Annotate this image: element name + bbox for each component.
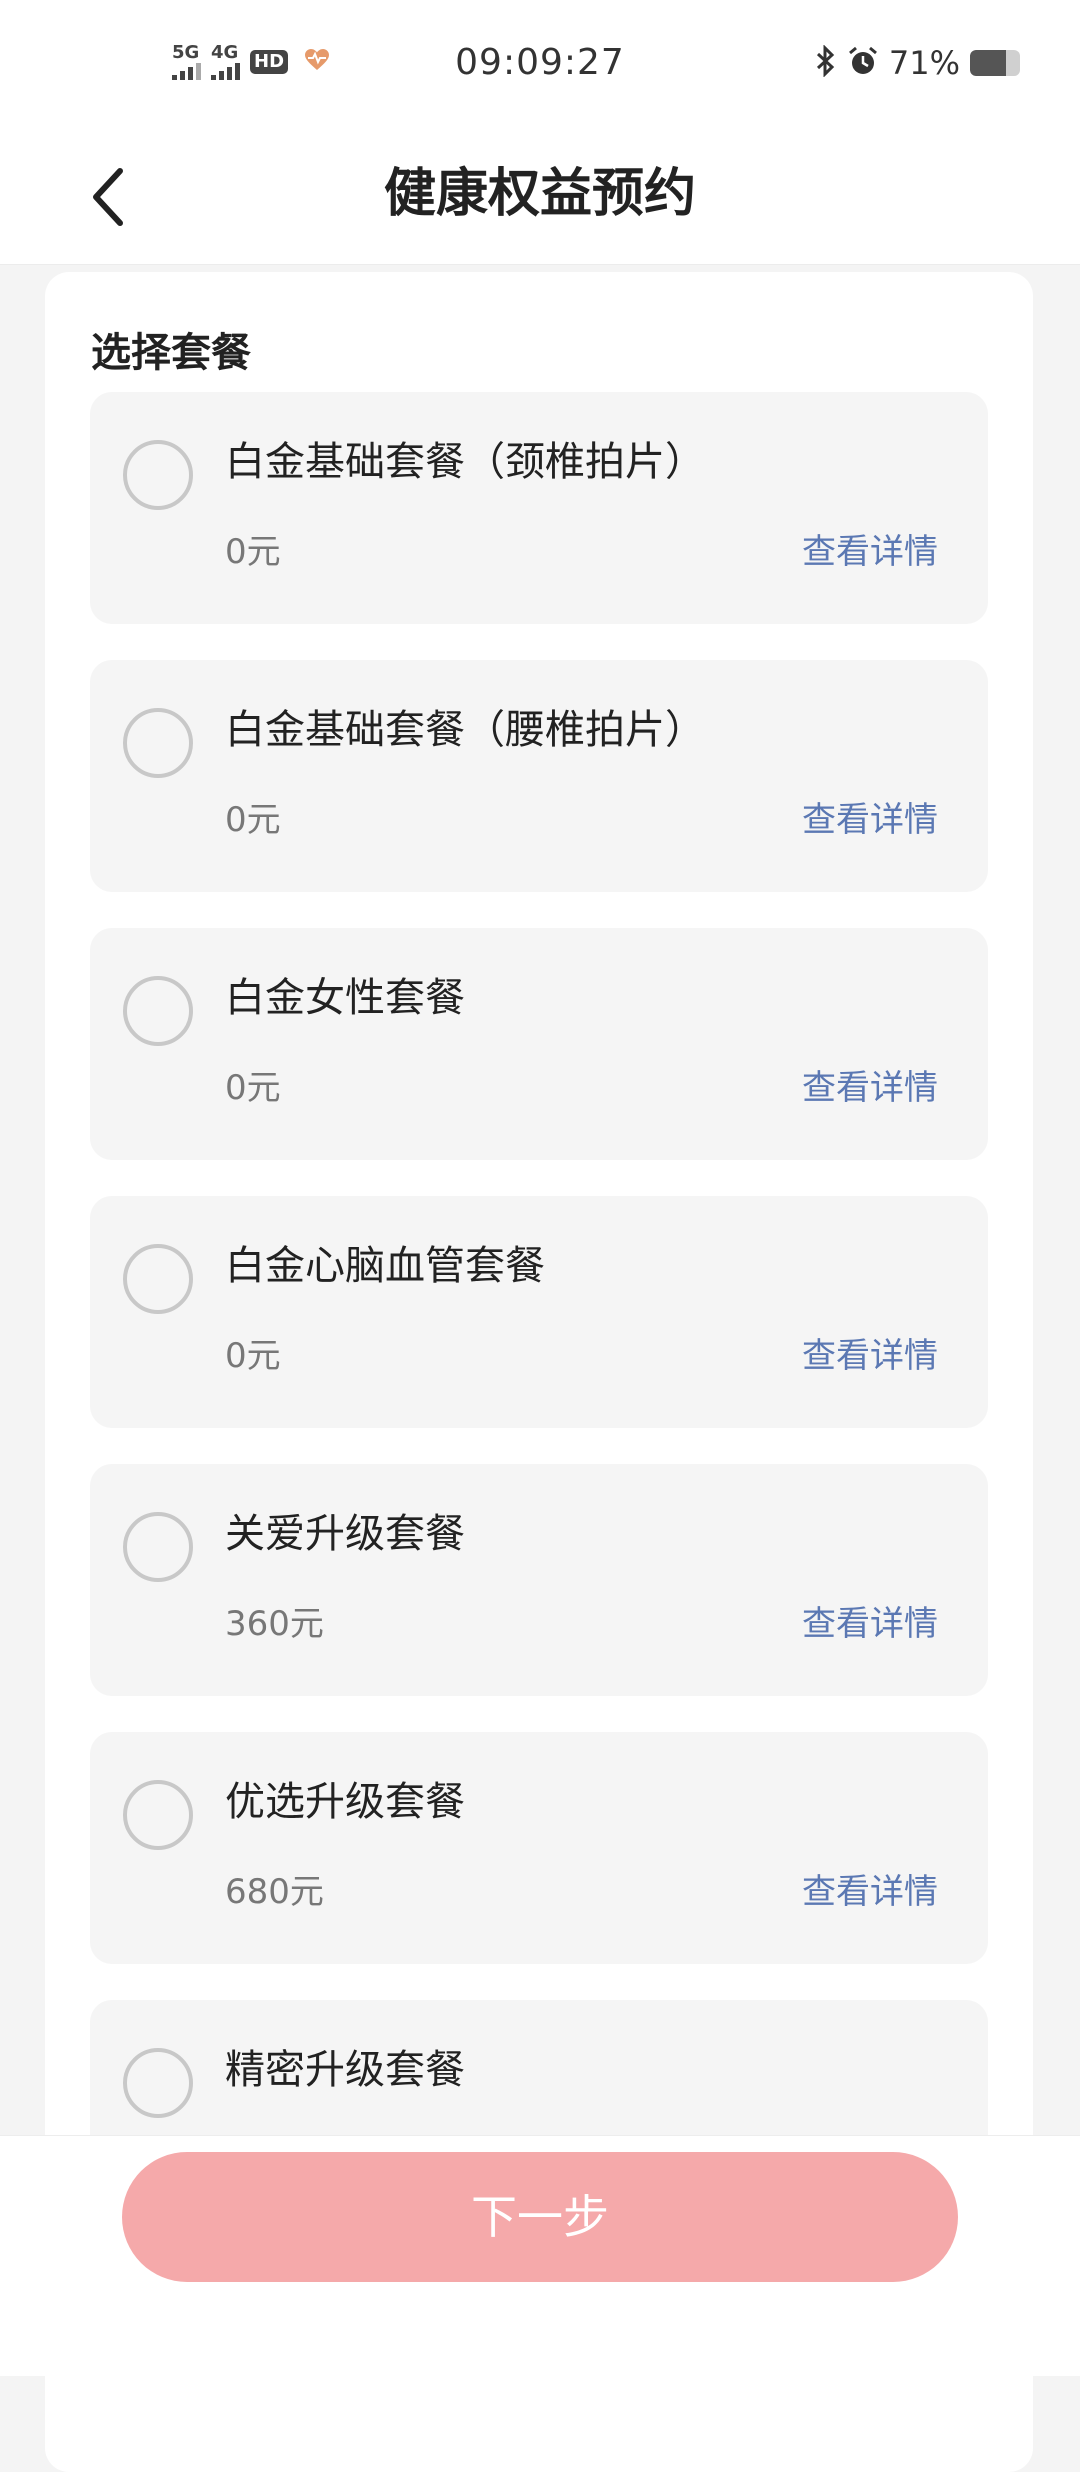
view-details-link[interactable]: 查看详情	[802, 1870, 938, 1914]
package-item[interactable]: 白金女性套餐 0元 查看详情	[90, 928, 988, 1160]
package-name: 关爱升级套餐	[225, 1511, 465, 1557]
view-details-link[interactable]: 查看详情	[802, 530, 938, 574]
section-title: 选择套餐	[91, 330, 251, 376]
package-price: 0元	[225, 532, 281, 572]
page-title: 健康权益预约	[383, 164, 696, 224]
radio-button[interactable]	[123, 440, 193, 510]
view-details-link[interactable]: 查看详情	[802, 798, 938, 842]
package-price: 360元	[225, 1604, 324, 1644]
radio-button[interactable]	[123, 976, 193, 1046]
radio-button[interactable]	[123, 708, 193, 778]
view-details-link[interactable]: 查看详情	[802, 1602, 938, 1646]
footer-bar: 下一步	[0, 2135, 1080, 2376]
battery-percent: 71%	[888, 44, 960, 82]
package-name: 白金基础套餐（腰椎拍片）	[225, 707, 705, 753]
radio-button[interactable]	[123, 1780, 193, 1850]
radio-button[interactable]	[123, 2048, 193, 2118]
package-item[interactable]: 白金基础套餐（颈椎拍片） 0元 查看详情	[90, 392, 988, 624]
package-price: 0元	[225, 1336, 281, 1376]
package-item[interactable]: 优选升级套餐 680元 查看详情	[90, 1732, 988, 1964]
status-right: 71%	[815, 44, 1020, 82]
package-name: 白金基础套餐（颈椎拍片）	[225, 439, 705, 485]
package-name: 白金心脑血管套餐	[225, 1243, 545, 1289]
status-bar: 5G 4G HD 09:09:27 71%	[0, 0, 1080, 130]
view-details-link[interactable]: 查看详情	[802, 1066, 938, 1110]
bluetooth-icon	[815, 44, 837, 81]
package-name: 精密升级套餐	[225, 2047, 465, 2093]
package-item[interactable]: 关爱升级套餐 360元 查看详情	[90, 1464, 988, 1696]
package-item[interactable]: 白金心脑血管套餐 0元 查看详情	[90, 1196, 988, 1428]
view-details-link[interactable]: 查看详情	[802, 1334, 938, 1378]
package-price: 680元	[225, 1872, 324, 1912]
nav-bar: 健康权益预约	[0, 130, 1080, 265]
package-name: 优选升级套餐	[225, 1779, 465, 1825]
radio-button[interactable]	[123, 1512, 193, 1582]
next-step-button[interactable]: 下一步	[122, 2152, 958, 2282]
battery-icon	[970, 50, 1020, 76]
alarm-icon	[847, 45, 879, 81]
radio-button[interactable]	[123, 1244, 193, 1314]
package-price: 0元	[225, 1068, 281, 1108]
package-item[interactable]: 白金基础套餐（腰椎拍片） 0元 查看详情	[90, 660, 988, 892]
package-price: 0元	[225, 800, 281, 840]
package-name: 白金女性套餐	[225, 975, 465, 1021]
